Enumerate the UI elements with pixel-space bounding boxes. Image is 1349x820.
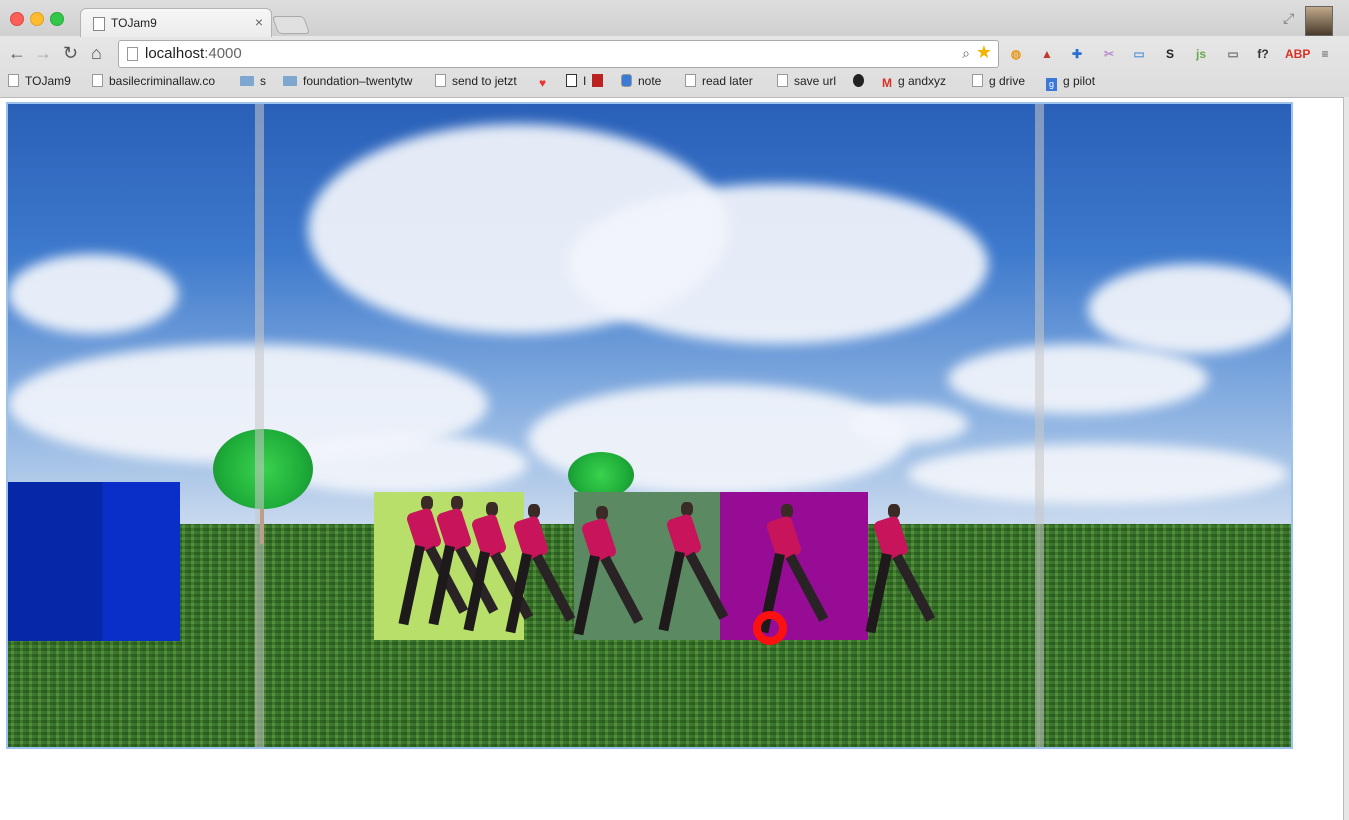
page-icon <box>92 74 103 87</box>
pillar <box>1035 104 1044 747</box>
bookmark-label: read later <box>702 74 753 88</box>
bookmark-item[interactable]: save url <box>777 74 836 88</box>
page-icon <box>777 74 788 87</box>
page-icon <box>127 47 138 61</box>
bookmark-item[interactable]: I <box>566 74 586 88</box>
cloud <box>8 254 178 334</box>
tab-tojam9[interactable]: TOJam9 × <box>80 8 272 37</box>
blue-compass-extension-icon[interactable]: ✚ <box>1068 45 1086 63</box>
runner-sprite <box>505 504 576 634</box>
adjacent-window-edge <box>1343 97 1349 820</box>
game-canvas[interactable] <box>6 102 1293 749</box>
bookmark-label: TOJam9 <box>25 74 71 88</box>
bookmarks-bar: TOJam9 basilecriminallaw.co s foundation–tw… <box>0 72 1349 94</box>
zoom-icon[interactable]: ⌕ <box>962 45 970 62</box>
bookmark-item[interactable]: send to jetzt <box>435 74 517 88</box>
reload-button[interactable]: ↻ <box>63 43 78 64</box>
github-icon <box>853 74 864 87</box>
fullscreen-icon[interactable]: ⤢ <box>1283 10 1294 27</box>
tab-strip: TOJam9 × ⤢ <box>0 0 1349 37</box>
page-icon <box>435 74 446 87</box>
bookmark-item[interactable]: g g pilot <box>1046 74 1095 91</box>
bookmark-item[interactable]: g drive <box>972 74 1025 88</box>
url-text[interactable]: localhost:4000 <box>145 45 242 62</box>
runner-sprite <box>573 506 644 636</box>
bookmark-item[interactable]: basilecriminallaw.co <box>92 74 215 88</box>
s-extension-icon[interactable]: S <box>1161 45 1179 63</box>
bookmark-label: save url <box>794 74 837 88</box>
page-icon <box>685 74 696 87</box>
bookmark-label: g andxyz <box>898 74 947 88</box>
scissors-extension-icon[interactable]: ✂ <box>1100 45 1118 63</box>
heart-icon: ♥ <box>539 76 547 90</box>
bookmark-item[interactable]: ♥ <box>539 74 554 90</box>
runner-sprite <box>463 502 534 632</box>
pin-icon <box>592 74 603 87</box>
cloud <box>948 344 1208 414</box>
bookmark-label: I <box>583 74 587 88</box>
page-icon <box>93 17 105 31</box>
pillar <box>255 104 264 747</box>
bookmark-label: g drive <box>989 74 1026 88</box>
bookmark-label: g pilot <box>1063 74 1096 88</box>
url-host: localhost <box>145 45 205 62</box>
menu-icon[interactable]: ≡ <box>1316 45 1334 63</box>
window-extension-icon[interactable]: ▭ <box>1130 45 1148 63</box>
url-port: :4000 <box>204 45 242 62</box>
runner-sprite <box>865 504 936 634</box>
bookmark-item[interactable]: foundation–twentytw <box>283 74 412 88</box>
bookmark-item[interactable]: TOJam9 <box>8 74 71 88</box>
tab-title: TOJam9 <box>111 16 157 30</box>
bookmark-item[interactable]: note <box>621 74 661 88</box>
maximize-window-button[interactable] <box>50 12 64 26</box>
fx-extension-icon[interactable]: f? <box>1254 45 1272 63</box>
address-bar[interactable]: localhost:4000 ⌕ ★ <box>118 40 999 68</box>
tab-close-icon[interactable]: × <box>255 14 263 30</box>
sky-background <box>8 104 1291 524</box>
bookmark-label: s <box>260 74 266 88</box>
profile-avatar[interactable] <box>1305 6 1333 36</box>
bookmark-label: send to jetzt <box>452 74 517 88</box>
back-button[interactable]: ← <box>8 43 26 64</box>
bookmark-star-icon[interactable]: ★ <box>976 42 992 63</box>
ring-extension-icon[interactable]: ◍ <box>1007 45 1025 63</box>
gmail-icon: M <box>882 76 892 90</box>
red-chair-extension-icon[interactable]: ▲ <box>1038 45 1056 63</box>
bookmark-label: basilecriminallaw.co <box>109 74 216 88</box>
bookmark-label: note <box>638 74 662 88</box>
folder-icon <box>283 76 297 86</box>
instapaper-icon <box>566 74 577 87</box>
js-extension-icon[interactable]: js <box>1192 45 1210 63</box>
runner-sprite <box>428 496 499 626</box>
bookmark-item[interactable]: read later <box>685 74 753 88</box>
browser-chrome: TOJam9 × ⤢ ← → ↻ ⌂ localhost:4000 ⌕ ★ ◍ ▲… <box>0 0 1349 98</box>
adblock-icon[interactable]: ABP <box>1285 45 1310 63</box>
minimize-window-button[interactable] <box>30 12 44 26</box>
runner-sprite <box>658 502 729 632</box>
cloud <box>1088 264 1291 354</box>
page-icon <box>972 74 983 87</box>
bookmark-item[interactable]: s <box>240 74 266 88</box>
folder-icon <box>240 76 254 86</box>
bookmark-item[interactable]: Mg andxyz <box>882 74 947 90</box>
cast-icon[interactable]: ▭ <box>1224 45 1242 63</box>
home-button[interactable]: ⌂ <box>91 43 102 64</box>
blue-block <box>8 482 180 641</box>
cloud <box>568 184 988 344</box>
new-tab-button[interactable] <box>271 16 311 34</box>
toolbar: ← → ↻ ⌂ localhost:4000 ⌕ ★ ◍ ▲ ✚ ✂ ▭ Sjs ▭ f? AB… <box>0 37 1349 71</box>
cloud <box>908 444 1288 504</box>
page-icon <box>8 74 19 87</box>
close-window-button[interactable] <box>10 12 24 26</box>
bookmark-item[interactable] <box>853 74 870 88</box>
google-icon: g <box>1046 78 1057 91</box>
bookmark-label: foundation–twentytw <box>303 74 413 88</box>
red-ring <box>753 611 787 645</box>
forward-button[interactable]: → <box>34 43 52 64</box>
bookmark-item[interactable] <box>592 74 609 88</box>
note-icon <box>621 74 632 87</box>
cloud <box>848 404 968 444</box>
